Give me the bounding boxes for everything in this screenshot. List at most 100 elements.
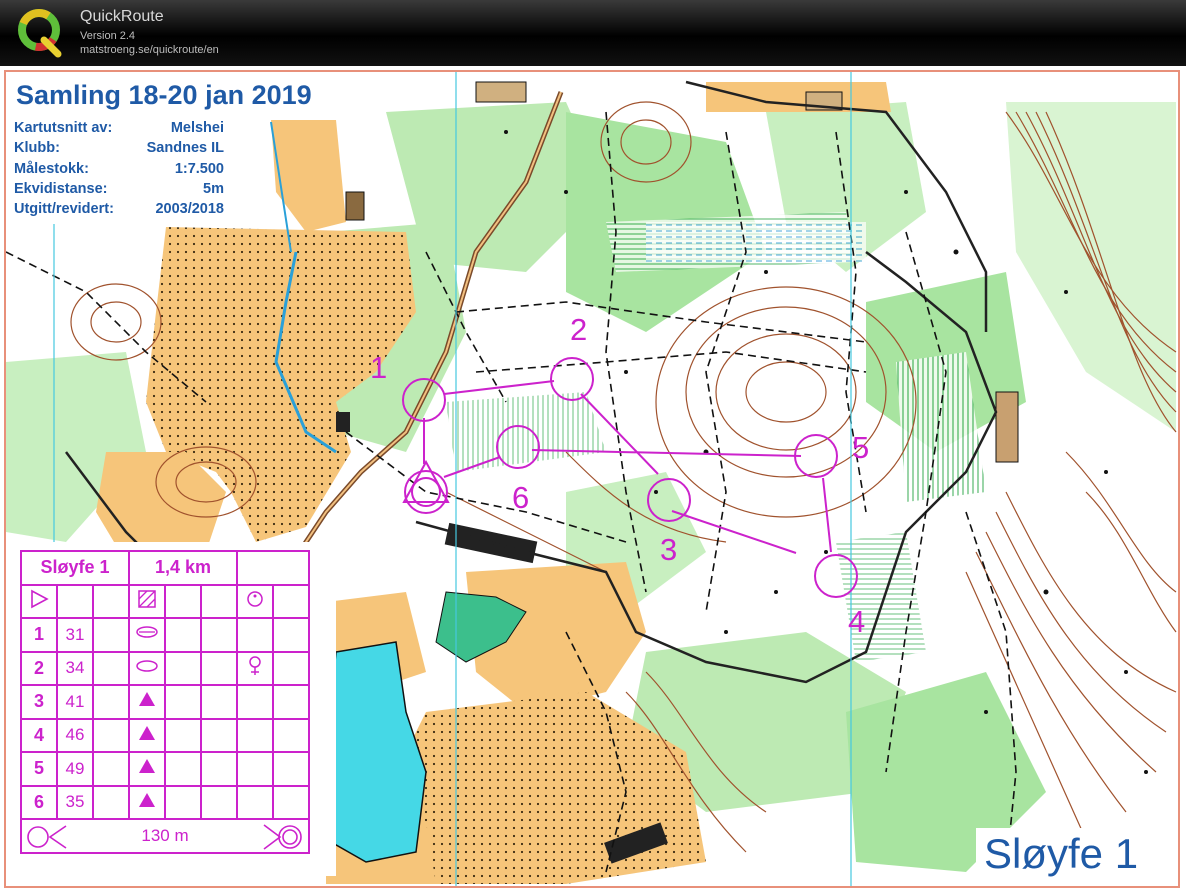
control-code: 31: [56, 617, 94, 653]
cell: [200, 717, 238, 753]
map-canvas[interactable]: 1 2 3 4 5 6 Samling 18-20 jan 2019 Kartu…: [4, 70, 1180, 888]
control-number-5: 5: [852, 430, 869, 465]
control-number-2: 2: [570, 312, 587, 347]
finish-icon: [263, 824, 302, 850]
finish-row: 130 m: [20, 818, 310, 854]
control-num: 4: [20, 717, 58, 753]
control-num: 1: [20, 617, 58, 653]
cell: [164, 583, 202, 619]
info-value: 5m: [203, 181, 224, 197]
app-version: Version 2.4: [80, 30, 136, 42]
control-code: 46: [56, 717, 94, 753]
hatched-square-icon: [128, 583, 166, 619]
app-url[interactable]: matstroeng.se/quickroute/en: [80, 44, 219, 56]
control-number-1: 1: [370, 350, 387, 385]
cell: [236, 684, 274, 720]
cell: [272, 784, 310, 820]
info-label: Kartutsnitt av:: [14, 120, 113, 136]
cell: [164, 650, 202, 686]
info-label: Klubb:: [14, 140, 60, 156]
control-code: 34: [56, 650, 94, 686]
finish-distance: 130 m: [141, 826, 189, 846]
cell: [272, 684, 310, 720]
control-row-3: 3 41: [20, 684, 310, 720]
cell: [236, 717, 274, 753]
control-code: 49: [56, 751, 94, 787]
loop-label: Sløyfe 1: [984, 830, 1139, 877]
cell: [200, 617, 238, 653]
control-number-4: 4: [848, 604, 865, 639]
title-bar: QuickRoute Version 2.4 matstroeng.se/qui…: [0, 0, 1186, 66]
cell: [92, 717, 130, 753]
cell: [92, 583, 130, 619]
map-title: Samling 18-20 jan 2019: [16, 80, 312, 110]
quickroute-logo-icon: [18, 9, 62, 58]
control-row-2: 2 34: [20, 650, 310, 686]
cell: [272, 583, 310, 619]
cell: [200, 583, 238, 619]
info-value: 1:7.500: [174, 161, 224, 177]
control-num: 6: [20, 784, 58, 820]
cell: [92, 751, 130, 787]
header-empty: [236, 550, 310, 586]
control-row-5: 5 49: [20, 751, 310, 787]
app-name: QuickRoute: [80, 8, 164, 25]
cell: [92, 784, 130, 820]
info-label: Målestokk:: [14, 161, 89, 177]
building: [995, 391, 1019, 463]
finish-cell: 130 m: [20, 818, 310, 854]
description-header-row: Sløyfe 1 1,4 km: [20, 550, 310, 586]
cell: [200, 684, 238, 720]
boulder-triangle-icon: [128, 751, 166, 787]
cell: [164, 751, 202, 787]
boulder-triangle-icon: [128, 684, 166, 720]
cell: [56, 583, 94, 619]
info-value: Sandnes IL: [146, 140, 224, 156]
start-row: [20, 583, 310, 619]
cell: [92, 684, 130, 720]
control-row-6: 6 35: [20, 784, 310, 820]
cell: [164, 684, 202, 720]
cell: [236, 617, 274, 653]
cell: [164, 717, 202, 753]
open-land: [706, 82, 891, 112]
control-number-3: 3: [660, 532, 677, 567]
boulder-triangle-icon: [128, 717, 166, 753]
building: [475, 81, 527, 103]
knoll-elongated-icon: [128, 617, 166, 653]
cell: [236, 784, 274, 820]
cell: [200, 650, 238, 686]
finish-funnel-start-icon: [27, 825, 67, 849]
cell: [272, 751, 310, 787]
boulder-triangle-icon: [128, 784, 166, 820]
cell: [272, 717, 310, 753]
marsh-area: [646, 222, 866, 262]
knoll-oval-icon: [128, 650, 166, 686]
building: [336, 412, 350, 432]
info-label: Ekvidistanse:: [14, 181, 108, 197]
control-number-6: 6: [512, 480, 529, 515]
start-triangle-icon: [20, 583, 58, 619]
info-label: Utgitt/revidert:: [14, 201, 114, 217]
position-symbol-icon: [236, 650, 274, 686]
building: [345, 191, 365, 221]
info-value: Melshei: [170, 120, 224, 136]
control-description-table: Sløyfe 1 1,4 km 1 31 2 34 3 41 4 46 5 49…: [20, 550, 310, 854]
cell: [164, 784, 202, 820]
cell: [200, 751, 238, 787]
cell: [92, 617, 130, 653]
cell: [92, 650, 130, 686]
control-code: 41: [56, 684, 94, 720]
control-num: 2: [20, 650, 58, 686]
control-code: 35: [56, 784, 94, 820]
control-row-4: 4 46: [20, 717, 310, 753]
course-name: Sløyfe 1: [20, 550, 130, 586]
cell: [200, 784, 238, 820]
info-value: 2003/2018: [155, 201, 224, 217]
cell: [164, 617, 202, 653]
control-num: 3: [20, 684, 58, 720]
loop-label-box: Sløyfe 1: [976, 828, 1174, 884]
cell: [236, 751, 274, 787]
start-feature-icon: [236, 583, 274, 619]
cell: [272, 617, 310, 653]
